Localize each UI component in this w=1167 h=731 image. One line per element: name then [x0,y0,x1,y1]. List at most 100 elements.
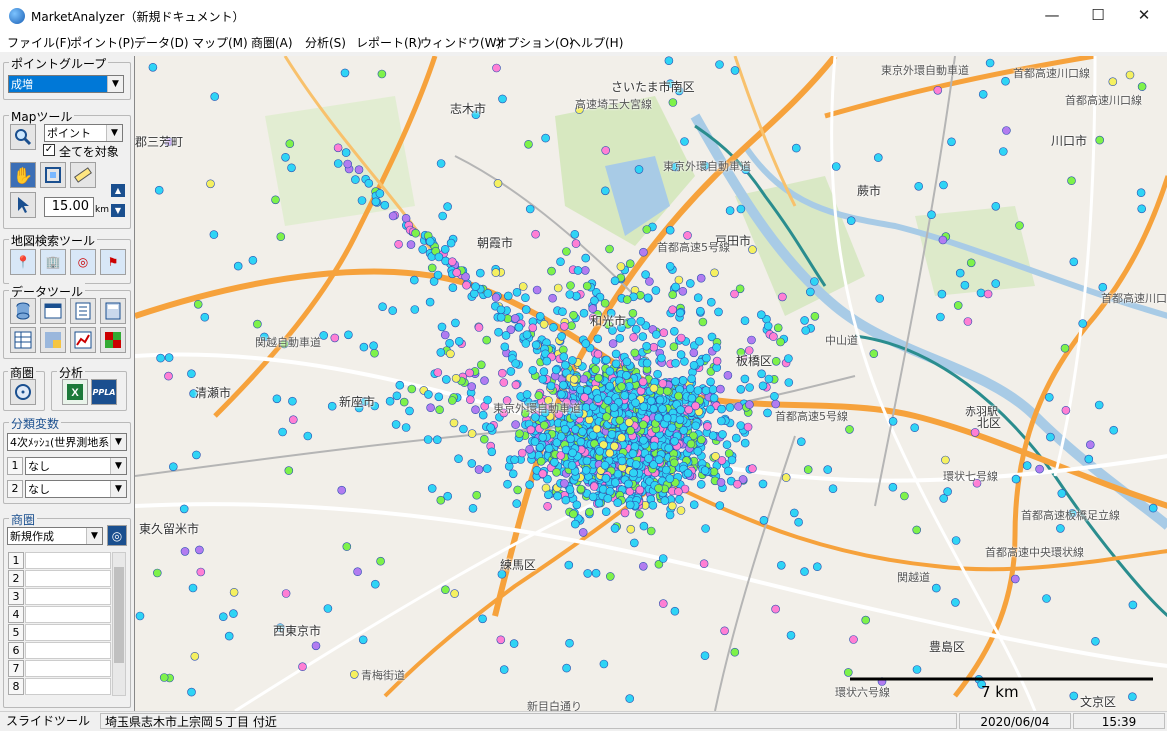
customer-point[interactable] [675,308,685,318]
customer-point[interactable] [631,398,640,408]
customer-point[interactable] [549,322,558,332]
customer-point[interactable] [425,297,435,307]
customer-point[interactable] [828,484,838,494]
customer-point[interactable] [668,290,678,299]
customer-point[interactable] [676,333,686,343]
customer-point[interactable] [544,444,554,453]
customer-point[interactable] [661,465,671,475]
customer-point[interactable] [655,395,665,405]
shoken-row-cell[interactable] [25,642,111,659]
customer-point[interactable] [849,635,858,644]
customer-point[interactable] [665,510,675,520]
customer-point[interactable] [582,281,592,291]
customer-point[interactable] [784,354,793,363]
customer-point[interactable] [1136,188,1146,197]
customer-point[interactable] [771,399,781,409]
customer-point[interactable] [482,335,492,345]
customer-point[interactable] [447,257,457,266]
customer-point[interactable] [536,456,546,466]
scrollbar-thumb[interactable] [114,567,124,663]
customer-point[interactable] [483,395,492,405]
shoken-row-cell[interactable] [25,678,111,695]
customer-point[interactable] [625,259,635,268]
customer-point[interactable] [687,374,697,384]
customer-point[interactable] [377,69,387,79]
customer-point[interactable] [559,321,569,331]
customer-point[interactable] [159,673,169,682]
menu-report[interactable]: レポート(R) [356,34,422,51]
data-list-button[interactable] [70,298,96,324]
customer-point[interactable] [443,202,452,211]
customer-point[interactable] [978,89,988,99]
customer-point[interactable] [359,342,369,352]
customer-point[interactable] [448,283,458,292]
customer-point[interactable] [697,435,706,445]
customer-point[interactable] [224,631,234,641]
customer-point[interactable] [679,426,689,435]
customer-point[interactable] [219,612,228,622]
customer-point[interactable] [551,365,561,375]
customer-point[interactable] [712,343,721,352]
customer-point[interactable] [831,162,841,171]
grid-data-button[interactable] [40,327,66,353]
customer-point[interactable] [643,293,653,303]
customer-point[interactable] [570,230,580,239]
customer-point[interactable] [209,230,219,239]
customer-point[interactable] [557,390,566,399]
customer-point[interactable] [405,406,414,416]
customer-point[interactable] [594,498,604,508]
customer-point[interactable] [399,397,409,407]
customer-point[interactable] [654,455,664,465]
customer-point[interactable] [581,465,591,475]
customer-point[interactable] [496,312,506,322]
customer-point[interactable] [651,330,661,339]
customer-point[interactable] [427,263,437,273]
customer-point[interactable] [534,391,544,400]
customer-point[interactable] [496,305,506,315]
distance-down-button[interactable]: ▼ [111,204,125,217]
customer-point[interactable] [1010,574,1020,584]
customer-point[interactable] [561,495,571,505]
menu-point[interactable]: ポイント(P) [70,34,135,51]
customer-point[interactable] [937,289,947,299]
customer-point[interactable] [343,159,352,169]
customer-point[interactable] [900,491,909,501]
customer-point[interactable] [578,528,588,537]
customer-point[interactable] [272,394,282,404]
customer-point[interactable] [810,311,820,321]
customer-point[interactable] [206,179,215,189]
customer-point[interactable] [823,465,833,474]
customer-point[interactable] [595,446,605,456]
customer-point[interactable] [423,435,433,444]
customer-point[interactable] [193,300,203,309]
search-station-button[interactable]: ◎ [70,249,96,275]
customer-point[interactable] [960,280,970,290]
customer-point[interactable] [638,420,648,430]
customer-point[interactable] [524,140,533,149]
customer-point[interactable] [845,425,854,434]
customer-point[interactable] [734,402,743,411]
customer-point[interactable] [745,400,754,409]
customer-point[interactable] [538,432,548,442]
customer-point[interactable] [506,367,516,376]
customer-point[interactable] [1128,692,1137,702]
customer-point[interactable] [487,447,497,457]
customer-point[interactable] [333,143,343,153]
customer-point[interactable] [511,359,520,368]
customer-point[interactable] [501,331,511,340]
customer-point[interactable] [492,63,501,73]
customer-point[interactable] [784,378,794,387]
customer-point[interactable] [716,478,726,487]
customer-point[interactable] [601,355,611,365]
customer-point[interactable] [1067,176,1076,185]
customer-point[interactable] [648,500,658,510]
customer-point[interactable] [861,615,871,625]
customer-point[interactable] [708,431,718,440]
menu-map[interactable]: マップ(M) [192,34,248,51]
menu-file[interactable]: ファイル(F) [7,34,71,51]
customer-point[interactable] [210,92,219,101]
customer-point[interactable] [406,240,416,249]
customer-point[interactable] [667,501,677,511]
customer-point[interactable] [539,367,549,376]
customer-point[interactable] [607,430,617,439]
